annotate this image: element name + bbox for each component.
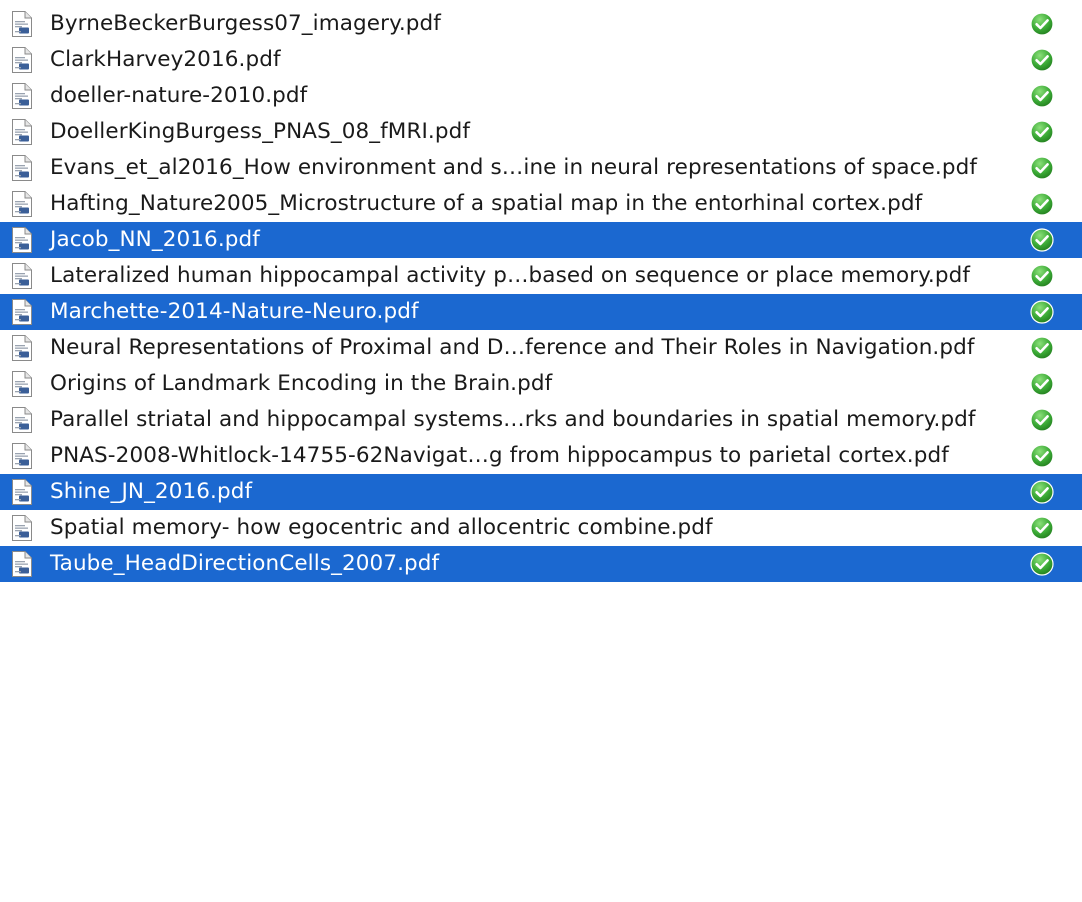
- synced-checkmark-icon: [1030, 336, 1054, 360]
- synced-checkmark-icon: [1030, 408, 1054, 432]
- pdf-document-icon: [11, 119, 33, 145]
- pdf-document-icon: [11, 335, 33, 361]
- pdf-document-icon: [11, 443, 33, 469]
- file-row[interactable]: Taube_HeadDirectionCells_2007.pdf: [0, 546, 1082, 582]
- file-name: ByrneBeckerBurgess07_imagery.pdf: [50, 11, 441, 36]
- pdf-document-icon: [11, 551, 33, 577]
- synced-checkmark-icon: [1030, 480, 1054, 504]
- file-row[interactable]: Lateralized human hippocampal activity p…: [0, 258, 1082, 294]
- file-name: Marchette-2014-Nature-Neuro.pdf: [50, 299, 419, 324]
- file-name: Parallel striatal and hippocampal system…: [50, 407, 976, 432]
- synced-checkmark-icon: [1030, 552, 1054, 576]
- file-name: Jacob_NN_2016.pdf: [50, 227, 260, 252]
- file-row[interactable]: Spatial memory- how egocentric and alloc…: [0, 510, 1082, 546]
- synced-checkmark-icon: [1030, 264, 1054, 288]
- pdf-document-icon: [11, 407, 33, 433]
- pdf-document-icon: [11, 227, 33, 253]
- file-row[interactable]: Marchette-2014-Nature-Neuro.pdf: [0, 294, 1082, 330]
- file-name: Neural Representations of Proximal and D…: [50, 335, 975, 360]
- pdf-document-icon: [11, 191, 33, 217]
- file-name: Taube_HeadDirectionCells_2007.pdf: [50, 551, 440, 576]
- pdf-document-icon: [11, 11, 33, 37]
- file-name: Origins of Landmark Encoding in the Brai…: [50, 371, 553, 396]
- file-row[interactable]: Hafting_Nature2005_Microstructure of a s…: [0, 186, 1082, 222]
- synced-checkmark-icon: [1030, 84, 1054, 108]
- file-name: ClarkHarvey2016.pdf: [50, 47, 281, 72]
- file-name: Spatial memory- how egocentric and alloc…: [50, 515, 713, 540]
- pdf-document-icon: [11, 371, 33, 397]
- file-name: doeller-nature-2010.pdf: [50, 83, 308, 108]
- pdf-document-icon: [11, 155, 33, 181]
- pdf-document-icon: [11, 299, 33, 325]
- file-name: Hafting_Nature2005_Microstructure of a s…: [50, 191, 923, 216]
- file-row[interactable]: ByrneBeckerBurgess07_imagery.pdf: [0, 6, 1082, 42]
- synced-checkmark-icon: [1030, 444, 1054, 468]
- synced-checkmark-icon: [1030, 228, 1054, 252]
- synced-checkmark-icon: [1030, 516, 1054, 540]
- file-name: Evans_et_al2016_How environment and s…in…: [50, 155, 978, 180]
- file-row[interactable]: Parallel striatal and hippocampal system…: [0, 402, 1082, 438]
- synced-checkmark-icon: [1030, 48, 1054, 72]
- pdf-document-icon: [11, 263, 33, 289]
- pdf-document-icon: [11, 47, 33, 73]
- synced-checkmark-icon: [1030, 12, 1054, 36]
- file-name: Lateralized human hippocampal activity p…: [50, 263, 971, 288]
- synced-checkmark-icon: [1030, 372, 1054, 396]
- file-row[interactable]: Shine_JN_2016.pdf: [0, 474, 1082, 510]
- file-row[interactable]: PNAS-2008-Whitlock-14755-62Navigat…g fro…: [0, 438, 1082, 474]
- file-name: DoellerKingBurgess_PNAS_08_fMRI.pdf: [50, 119, 471, 144]
- file-row[interactable]: Evans_et_al2016_How environment and s…in…: [0, 150, 1082, 186]
- pdf-document-icon: [11, 83, 33, 109]
- file-name: Shine_JN_2016.pdf: [50, 479, 253, 504]
- file-row[interactable]: Origins of Landmark Encoding in the Brai…: [0, 366, 1082, 402]
- synced-checkmark-icon: [1030, 156, 1054, 180]
- file-row[interactable]: ClarkHarvey2016.pdf: [0, 42, 1082, 78]
- synced-checkmark-icon: [1030, 300, 1054, 324]
- synced-checkmark-icon: [1030, 120, 1054, 144]
- file-row[interactable]: DoellerKingBurgess_PNAS_08_fMRI.pdf: [0, 114, 1082, 150]
- synced-checkmark-icon: [1030, 192, 1054, 216]
- file-name: PNAS-2008-Whitlock-14755-62Navigat…g fro…: [50, 443, 949, 468]
- file-row[interactable]: Jacob_NN_2016.pdf: [0, 222, 1082, 258]
- file-row[interactable]: Neural Representations of Proximal and D…: [0, 330, 1082, 366]
- file-row[interactable]: doeller-nature-2010.pdf: [0, 78, 1082, 114]
- pdf-document-icon: [11, 479, 33, 505]
- file-list: ByrneBeckerBurgess07_imagery.pdf ClarkHa…: [0, 6, 1082, 582]
- pdf-document-icon: [11, 515, 33, 541]
